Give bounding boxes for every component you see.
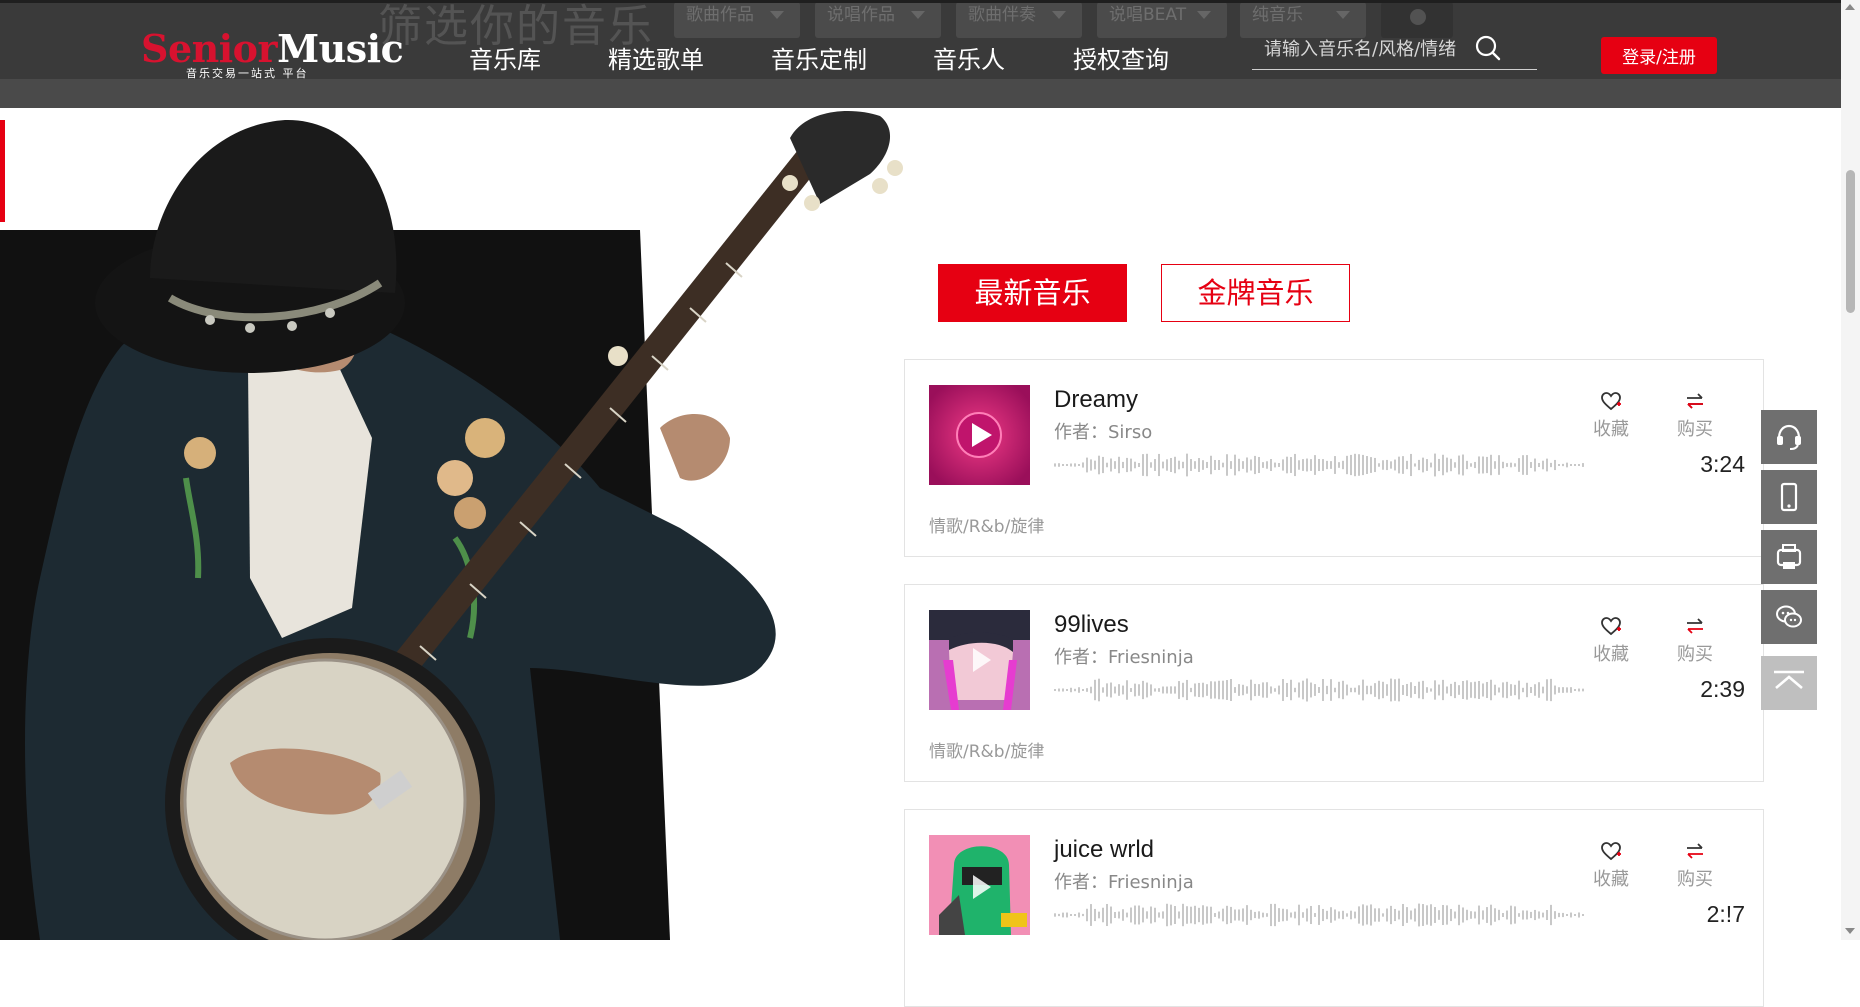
scrollbar-track[interactable] (1841, 0, 1860, 940)
wechat-button[interactable] (1761, 590, 1817, 644)
chevron-down-icon (770, 11, 784, 19)
favorite-button[interactable]: 收藏 (1591, 840, 1631, 891)
buy-button[interactable]: 购买 (1675, 390, 1715, 441)
tab-latest-music[interactable]: 最新音乐 (938, 264, 1127, 322)
search-icon[interactable] (1474, 34, 1502, 62)
waveform-progress[interactable] (1054, 677, 1584, 703)
customer-service-button[interactable] (1761, 410, 1817, 464)
app-icon (1776, 544, 1802, 569)
waveform-progress[interactable] (1054, 902, 1584, 928)
window-top-edge (0, 0, 1841, 3)
scroll-up-arrow[interactable] (1845, 4, 1855, 10)
customer-service-icon (1777, 424, 1801, 450)
transfer-arrows-icon (1687, 393, 1703, 409)
app-download-button[interactable] (1761, 530, 1817, 584)
transfer-arrows-icon (1687, 843, 1703, 859)
scroll-down-arrow[interactable] (1845, 928, 1855, 934)
back-to-top-button[interactable] (1761, 656, 1817, 710)
song-title[interactable]: Dreamy (1054, 386, 1138, 414)
nav-musicians[interactable]: 音乐人 (933, 40, 1005, 75)
filter-chip[interactable]: 歌曲作品 (674, 2, 800, 38)
tab-gold-music[interactable]: 金牌音乐 (1161, 264, 1350, 322)
mobile-phone-icon (1780, 482, 1798, 512)
waveform-progress[interactable] (1054, 452, 1584, 478)
song-cover-play-button[interactable] (929, 835, 1030, 935)
song-title[interactable]: 99lives (1054, 611, 1129, 639)
song-duration: 3:24 (1700, 451, 1745, 477)
song-author: 作者：Friesninja (1054, 872, 1194, 893)
logo-tagline: 音乐交易一站式 平台 (186, 67, 309, 80)
chevron-down-icon (1052, 11, 1066, 19)
header-lower-band (0, 79, 1841, 108)
song-cover-play-button[interactable] (929, 385, 1030, 485)
nav-playlists[interactable]: 精选歌单 (608, 40, 704, 75)
chevron-down-icon (911, 11, 925, 19)
header: 筛选你的音乐 歌曲作品 说唱作品 歌曲伴奏 说唱BEAT 纯音乐 SeniorM… (0, 0, 1841, 108)
filter-chip[interactable]: 说唱作品 (815, 2, 941, 38)
song-author: 作者：Sirso (1054, 422, 1153, 443)
back-to-top-icon (1774, 670, 1804, 689)
nav-music-library[interactable]: 音乐库 (469, 40, 541, 75)
song-tags: 情歌/R&b/旋律 (929, 517, 1045, 537)
nav-license-query[interactable]: 授权查询 (1073, 40, 1169, 75)
song-title[interactable]: juice wrld (1054, 836, 1154, 864)
login-register-button[interactable]: 登录/注册 (1601, 37, 1717, 74)
heart-plus-icon (1601, 617, 1621, 636)
scrollbar-thumb[interactable] (1846, 170, 1855, 313)
song-author: 作者：Friesninja (1054, 647, 1194, 668)
buy-button[interactable]: 购买 (1675, 840, 1715, 891)
heart-plus-icon (1601, 842, 1621, 861)
song-card: juice wrld 作者：Friesninja 收藏 购买 2:!7 (904, 809, 1764, 1007)
filter-chip[interactable]: 说唱BEAT (1097, 2, 1227, 38)
song-card: Dreamy 作者：Sirso 收藏 购买 3:24 情歌/R&b/旋律 (904, 359, 1764, 557)
song-duration: 2:39 (1700, 676, 1745, 702)
nav-custom-music[interactable]: 音乐定制 (771, 40, 867, 75)
transfer-arrows-icon (1687, 618, 1703, 634)
go-icon (1410, 9, 1426, 25)
mobile-button[interactable] (1761, 470, 1817, 524)
favorite-button[interactable]: 收藏 (1591, 615, 1631, 666)
song-cover-play-button[interactable] (929, 610, 1030, 710)
filter-chip[interactable]: 歌曲伴奏 (956, 2, 1082, 38)
buy-button[interactable]: 购买 (1675, 615, 1715, 666)
logo[interactable]: SeniorMusic (141, 28, 404, 70)
song-duration: 2:!7 (1706, 901, 1745, 927)
chevron-down-icon (1336, 11, 1350, 19)
song-tags: 情歌/R&b/旋律 (929, 742, 1045, 762)
song-card: 99lives 作者：Friesninja 收藏 购买 2:39 情歌/R&b/… (904, 584, 1764, 782)
favorite-button[interactable]: 收藏 (1591, 390, 1631, 441)
heart-plus-icon (1601, 392, 1621, 411)
wechat-icon (1776, 605, 1802, 628)
chevron-down-icon (1197, 11, 1211, 19)
hero-banjo-player-image (0, 108, 920, 940)
